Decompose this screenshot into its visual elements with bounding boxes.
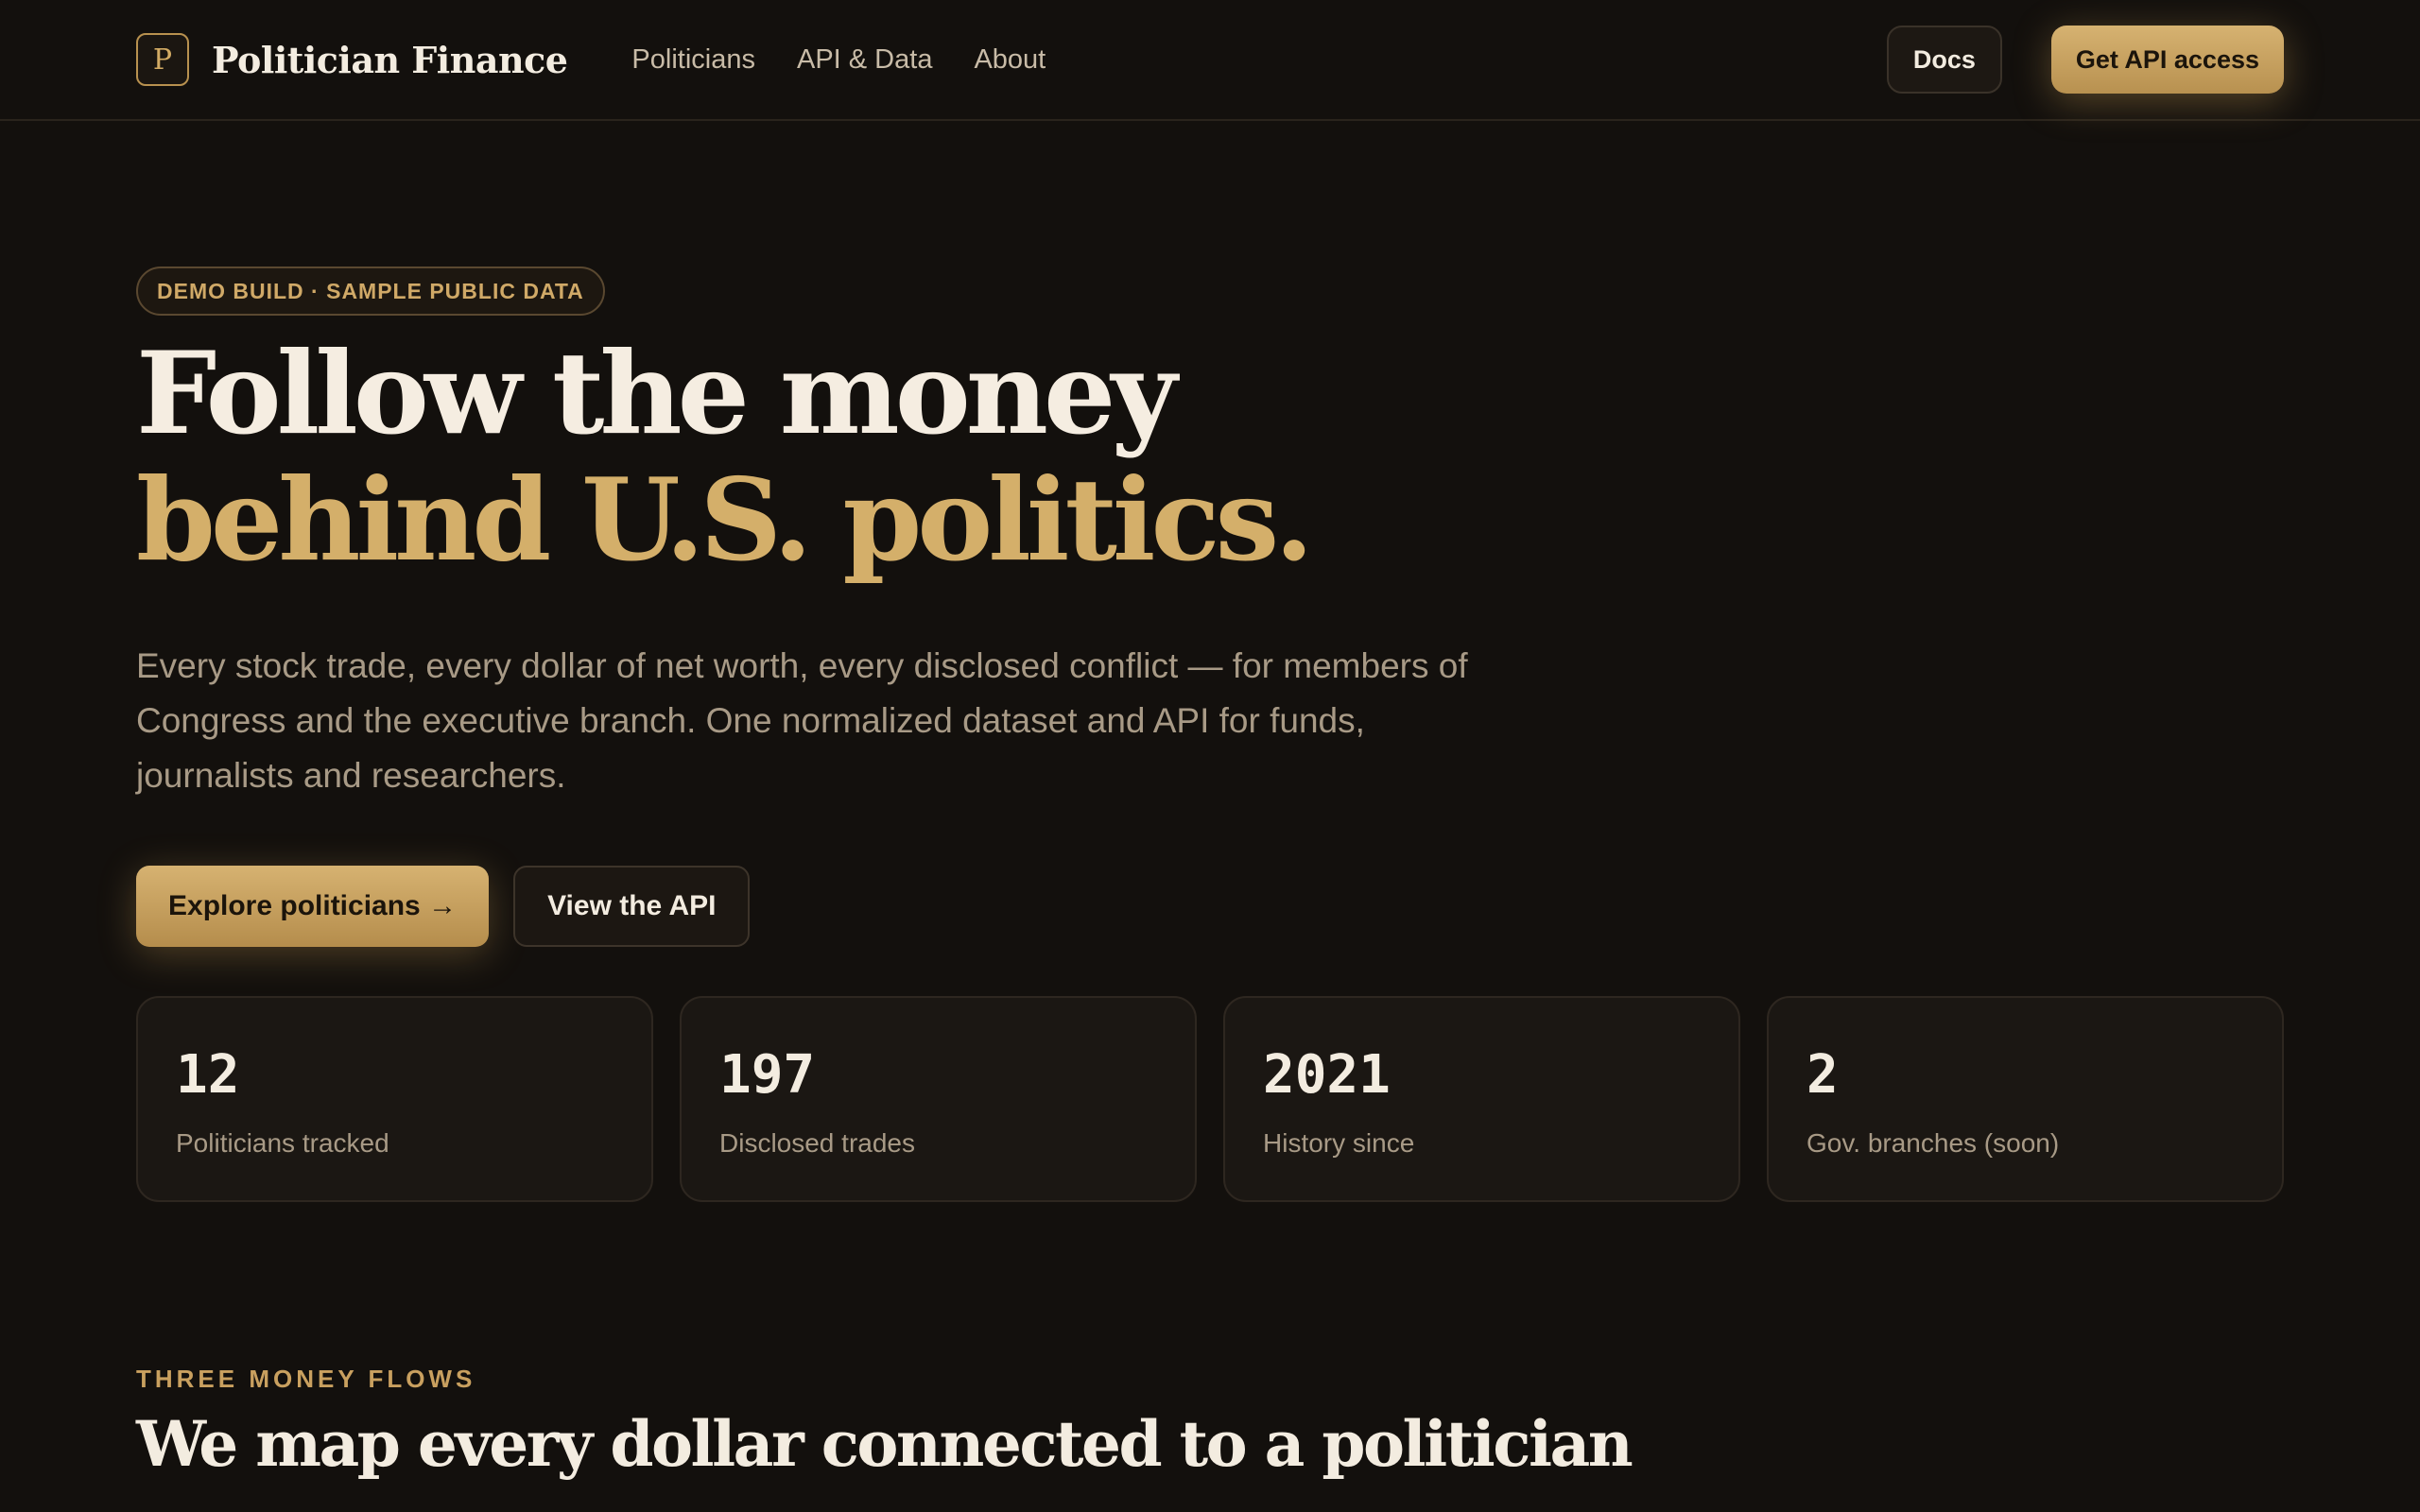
stat-value: 197 (719, 1044, 816, 1106)
get-api-access-button[interactable]: Get API access (2050, 26, 2284, 94)
stat-card-politicians: 12 Politicians tracked (136, 996, 653, 1202)
hero-subtitle: Every stock trade, every dollar of net w… (136, 646, 1468, 795)
logo-letter: P (152, 43, 173, 77)
view-api-button[interactable]: View the API (513, 866, 751, 947)
docs-button[interactable]: Docs (1886, 26, 2002, 94)
hero-headline: Follow the money behind U.S. politics. (136, 327, 1314, 587)
stats-grid: 12 Politicians tracked 197 Disclosed tra… (136, 996, 2284, 1202)
top-nav: P Politician Finance Politicians API & D… (0, 0, 2420, 121)
stat-label: History since (1263, 1128, 1415, 1158)
headline-line-2: behind U.S. politics. (136, 454, 1314, 587)
explore-politicians-button[interactable]: Explore politicians → (136, 866, 490, 947)
nav-actions: Docs Get API access (1886, 26, 2284, 94)
logo-icon[interactable]: P (136, 33, 189, 86)
demo-badge: DEMO BUILD · SAMPLE PUBLIC DATA (136, 266, 605, 316)
nav-link-politicians[interactable]: Politicians (631, 44, 755, 76)
stat-label: Disclosed trades (719, 1128, 915, 1158)
hero-cta-row: Explore politicians → View the API (136, 866, 751, 947)
stat-card-history: 2021 History since (1223, 996, 1740, 1202)
stat-label: Gov. branches (soon) (1806, 1128, 2060, 1158)
nav-link-about[interactable]: About (974, 44, 1046, 76)
brand-name[interactable]: Politician Finance (212, 39, 568, 81)
stat-card-branches: 2 Gov. branches (soon) (1767, 996, 2284, 1202)
stat-value: 12 (176, 1044, 240, 1106)
stat-value: 2 (1806, 1044, 1839, 1106)
stat-value: 2021 (1263, 1044, 1391, 1106)
nav-links: Politicians API & Data About (631, 44, 1046, 76)
section-eyebrow: THREE MONEY FLOWS (136, 1365, 476, 1393)
stat-card-trades: 197 Disclosed trades (680, 996, 1197, 1202)
stat-label: Politicians tracked (176, 1128, 389, 1158)
nav-link-api-data[interactable]: API & Data (797, 44, 932, 76)
headline-line-1: Follow the money (136, 327, 1177, 460)
section-title: We map every dollar connected to a polit… (136, 1407, 1634, 1481)
